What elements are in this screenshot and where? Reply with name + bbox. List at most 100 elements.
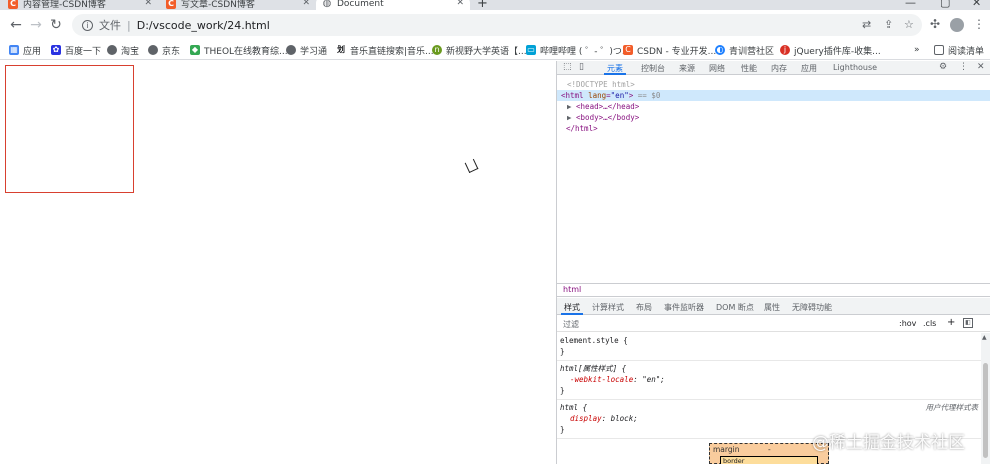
rule-selector[interactable]: html[属性样式] {	[560, 363, 980, 374]
baidu-icon: ✿	[51, 45, 61, 55]
rule-selector[interactable]: element.style {	[560, 335, 980, 346]
subtab-accessibility[interactable]: 无障碍功能	[792, 302, 832, 313]
gear-icon[interactable]: ⚙	[939, 62, 947, 72]
more-options-icon[interactable]: ⋮	[959, 62, 968, 72]
bookmark-newhorizon[interactable]: n 新视野大学英语【...	[432, 43, 527, 57]
csdn-icon: C	[166, 0, 176, 9]
subtab-layout[interactable]: 布局	[636, 302, 652, 313]
close-icon[interactable]: ✕	[302, 0, 310, 8]
new-tab-button[interactable]: +	[477, 0, 488, 10]
close-window-icon[interactable]: ✕	[972, 0, 981, 9]
reload-icon[interactable]: ↻	[48, 17, 64, 33]
scrollbar-thumb[interactable]	[983, 363, 988, 458]
devtools-tab-application[interactable]: 应用	[801, 63, 817, 74]
bookmark-label: CSDN - 专业开发...	[637, 46, 717, 57]
bookmark-label: 青训营社区	[729, 46, 775, 57]
styles-filter-row: 过滤 :hov .cls + ◧	[557, 316, 990, 332]
bookmark-jd[interactable]: 京东	[148, 43, 180, 57]
browser-toolbar: ← → ↻ i 文件 | D:/vscode_work/24.html ⇄ ⇪ …	[0, 10, 990, 40]
devtools-tab-lighthouse[interactable]: Lighthouse	[833, 63, 877, 72]
watermark: @稀土掘金技术社区	[812, 433, 965, 453]
rule-divider	[557, 399, 981, 400]
tab-document[interactable]: ◍ Document ✕	[316, 0, 470, 10]
style-declaration[interactable]: -webkit-locale: "en";	[560, 374, 980, 385]
add-style-rule-button[interactable]: +	[947, 317, 955, 328]
translate-icon[interactable]: ⇄	[862, 18, 871, 31]
share-icon[interactable]: ⇪	[884, 18, 893, 31]
subtab-dom-breakpoints[interactable]: DOM 断点	[716, 302, 754, 313]
close-icon[interactable]: ✕	[144, 0, 152, 8]
toggle-sidebar-icon[interactable]: ◧	[963, 318, 973, 328]
expand-triangle-icon[interactable]: ▶	[567, 102, 572, 111]
dom-head-node[interactable]: ▶ <head>…</head>	[557, 101, 990, 112]
box-model-margin-value[interactable]: -	[768, 445, 771, 454]
bookmark-taobao[interactable]: 淘宝	[107, 43, 139, 57]
back-icon[interactable]: ←	[8, 17, 24, 33]
bookmarks-overflow-button[interactable]: »	[914, 43, 920, 57]
tab-strip: C 内容管理-CSDN博客 ✕ C 写文章-CSDN博客 ✕ ◍ Documen…	[0, 0, 990, 10]
subtab-event-listeners[interactable]: 事件监听器	[664, 302, 704, 313]
devtools-tab-sources[interactable]: 来源	[679, 63, 695, 74]
bookmark-apps[interactable]: ▦ 应用	[9, 43, 41, 57]
book-icon: n	[432, 45, 442, 55]
close-icon[interactable]: ✕	[977, 62, 985, 72]
devtools-tab-network[interactable]: 网络	[709, 63, 725, 74]
dom-html-node[interactable]: <html lang="en"> == $0	[557, 90, 990, 101]
dom-doctype[interactable]: <!DOCTYPE html>	[557, 79, 990, 90]
bookmark-xuexitong[interactable]: 学习通	[286, 43, 327, 57]
devtools-tab-performance[interactable]: 性能	[741, 63, 757, 74]
devtools-tab-elements[interactable]: 元素	[604, 63, 626, 75]
extensions-icon[interactable]: ✣	[930, 17, 940, 31]
page-viewport	[0, 61, 556, 464]
scroll-up-icon[interactable]: ▲	[982, 334, 987, 341]
bookmark-qingxunying[interactable]: ◐ 青训营社区	[715, 43, 774, 57]
dom-breadcrumb[interactable]: html	[557, 283, 990, 297]
bookmark-label: jQuery插件库-收集...	[794, 46, 881, 57]
tab-title: Document	[337, 0, 384, 9]
url-text[interactable]: D:/vscode_work/24.html	[137, 19, 270, 32]
cls-toggle[interactable]: .cls	[923, 319, 936, 328]
bookmark-music[interactable]: 划 音乐直链搜索|音乐...	[336, 43, 434, 57]
maximize-icon[interactable]: ▢	[940, 0, 950, 9]
bookmark-csdn[interactable]: C CSDN - 专业开发...	[623, 43, 716, 57]
bookmark-bilibili[interactable]: ▭ 哔哩哔哩 ( ゜- ゜)つ...	[526, 43, 630, 57]
music-icon: 划	[336, 45, 346, 55]
dom-html-close[interactable]: </html>	[557, 123, 990, 134]
bookmark-theol[interactable]: ◆ THEOL在线教育综...	[190, 43, 288, 57]
device-toolbar-icon[interactable]: ▯	[579, 62, 584, 72]
rule-html-attributes: html[属性样式] { -webkit-locale: "en"; }	[560, 363, 980, 396]
info-icon[interactable]: i	[82, 19, 93, 31]
tab-write-article[interactable]: C 写文章-CSDN博客 ✕	[166, 0, 316, 10]
devtools-tab-memory[interactable]: 内存	[771, 63, 787, 74]
subtab-properties[interactable]: 属性	[764, 302, 780, 313]
inspect-element-icon[interactable]: ⬚	[563, 62, 572, 72]
bookmark-label: 新视野大学英语【...	[446, 46, 527, 57]
subtab-computed[interactable]: 计算样式	[592, 302, 624, 313]
chevron-double-icon: »	[914, 45, 920, 55]
csdn-icon: C	[623, 45, 633, 55]
styles-scrollbar[interactable]: ▲	[981, 333, 990, 464]
devtools-tab-console[interactable]: 控制台	[641, 63, 665, 74]
style-declaration[interactable]: display: block;	[560, 413, 980, 424]
rule-selector[interactable]: html {	[560, 402, 980, 413]
hov-toggle[interactable]: :hov	[899, 319, 916, 328]
dom-body-node[interactable]: ▶ <body>…</body>	[557, 112, 990, 123]
minimize-icon[interactable]: —	[905, 0, 916, 9]
expand-triangle-icon[interactable]: ▶	[567, 113, 572, 122]
filter-input[interactable]: 过滤	[563, 319, 579, 330]
reading-list-button[interactable]: 阅读清单	[934, 43, 984, 57]
bookmark-star-icon[interactable]: ☆	[904, 18, 914, 31]
forward-icon[interactable]: →	[28, 17, 44, 33]
bookmark-baidu[interactable]: ✿ 百度一下	[51, 43, 101, 57]
devtools-tabbar: ⬚ ▯ 元素 控制台 来源 网络 性能 内存 应用 Lighthouse ⚙ ⋮…	[557, 61, 990, 75]
address-bar[interactable]: i 文件 | D:/vscode_work/24.html ⇄ ⇪ ☆	[72, 14, 922, 36]
protocol-label: 文件	[99, 19, 121, 32]
theol-icon: ◆	[190, 45, 200, 55]
profile-avatar[interactable]	[950, 18, 964, 32]
tab-content-management[interactable]: C 内容管理-CSDN博客 ✕	[8, 0, 158, 10]
subtab-styles[interactable]: 样式	[561, 302, 583, 315]
bookmark-label: 百度一下	[65, 46, 102, 57]
close-icon[interactable]: ✕	[456, 0, 464, 8]
bookmark-jquery[interactable]: j jQuery插件库-收集...	[780, 43, 881, 57]
menu-kebab-icon[interactable]: ⋮	[973, 17, 985, 31]
